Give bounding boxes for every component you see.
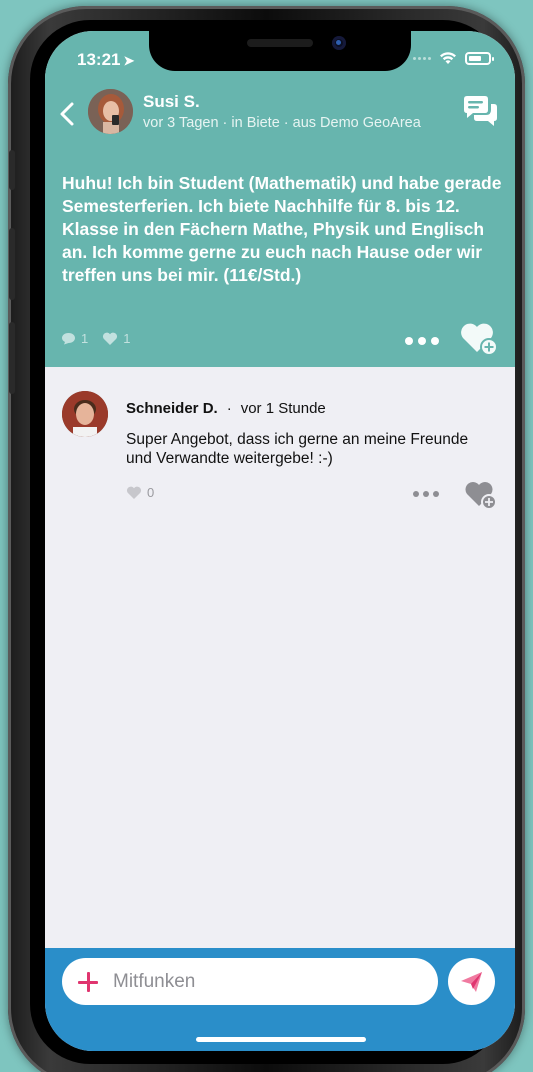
post-comment-count: 1: [81, 331, 89, 346]
post-body-text: Huhu! Ich bin Student (Mathematik) und h…: [62, 173, 502, 285]
like-add-heart-icon[interactable]: [464, 480, 498, 510]
commenter-avatar[interactable]: [62, 391, 108, 437]
post-like-count: 1: [123, 331, 131, 346]
post-meta: vor 3 Tagen · in Biete · aus Demo GeoAre…: [143, 115, 421, 131]
back-chevron-icon[interactable]: [57, 101, 79, 127]
status-bar-time: 13:21 ➤: [77, 50, 135, 69]
comment-like-stat: 0: [126, 485, 154, 500]
comment-separator: ·: [226, 400, 232, 417]
chat-bubbles-icon[interactable]: [461, 95, 499, 129]
poster-avatar[interactable]: [88, 89, 133, 134]
status-bar-indicators: [413, 51, 494, 65]
location-arrow-icon: ➤: [123, 53, 135, 68]
comment-author[interactable]: Schneider D.: [126, 400, 218, 417]
post-more-options-icon[interactable]: [405, 337, 439, 345]
heart-icon: [126, 486, 142, 499]
phone-notch: [149, 31, 411, 71]
man-portrait-icon: [62, 391, 108, 437]
speaker-grille: [247, 39, 313, 47]
post-comment-stat: 1: [61, 331, 88, 346]
send-button[interactable]: [448, 958, 495, 1005]
volume-down-button: [9, 322, 15, 394]
comment-text: Super Angebot, dass ich gerne an meine F…: [126, 431, 469, 467]
volume-up-button: [9, 228, 15, 300]
post-header-area: 13:21 ➤ Susi S. vor 3 Tagen · in Biete ·…: [45, 31, 515, 367]
home-indicator: [196, 1037, 366, 1042]
signal-icon: [413, 56, 431, 60]
paper-plane-icon: [460, 971, 482, 992]
comment-like-count: 0: [147, 485, 155, 500]
battery-icon: [465, 51, 494, 65]
comment-more-options-icon[interactable]: [413, 491, 439, 497]
comment-bubble-icon: [62, 333, 75, 345]
comment-header: Schneider D. · vor 1 Stunde: [126, 400, 326, 417]
wifi-icon: [440, 52, 456, 64]
mute-switch: [9, 150, 15, 190]
like-add-heart-icon[interactable]: [459, 321, 499, 357]
post-stats: 1 1: [61, 331, 130, 346]
heart-icon: [103, 332, 118, 345]
message-input[interactable]: [113, 970, 413, 993]
message-input-container[interactable]: [62, 958, 438, 1005]
poster-name[interactable]: Susi S.: [143, 92, 200, 112]
plus-icon[interactable]: [77, 971, 99, 993]
woman-portrait-icon: [88, 89, 133, 134]
front-camera: [332, 36, 346, 50]
app-screen: 13:21 ➤ Susi S. vor 3 Tagen · in Biete ·…: [45, 31, 515, 1051]
comment-time: vor 1 Stunde: [240, 400, 326, 417]
post-like-stat: 1: [102, 331, 130, 346]
composer-bar: [45, 948, 515, 1051]
